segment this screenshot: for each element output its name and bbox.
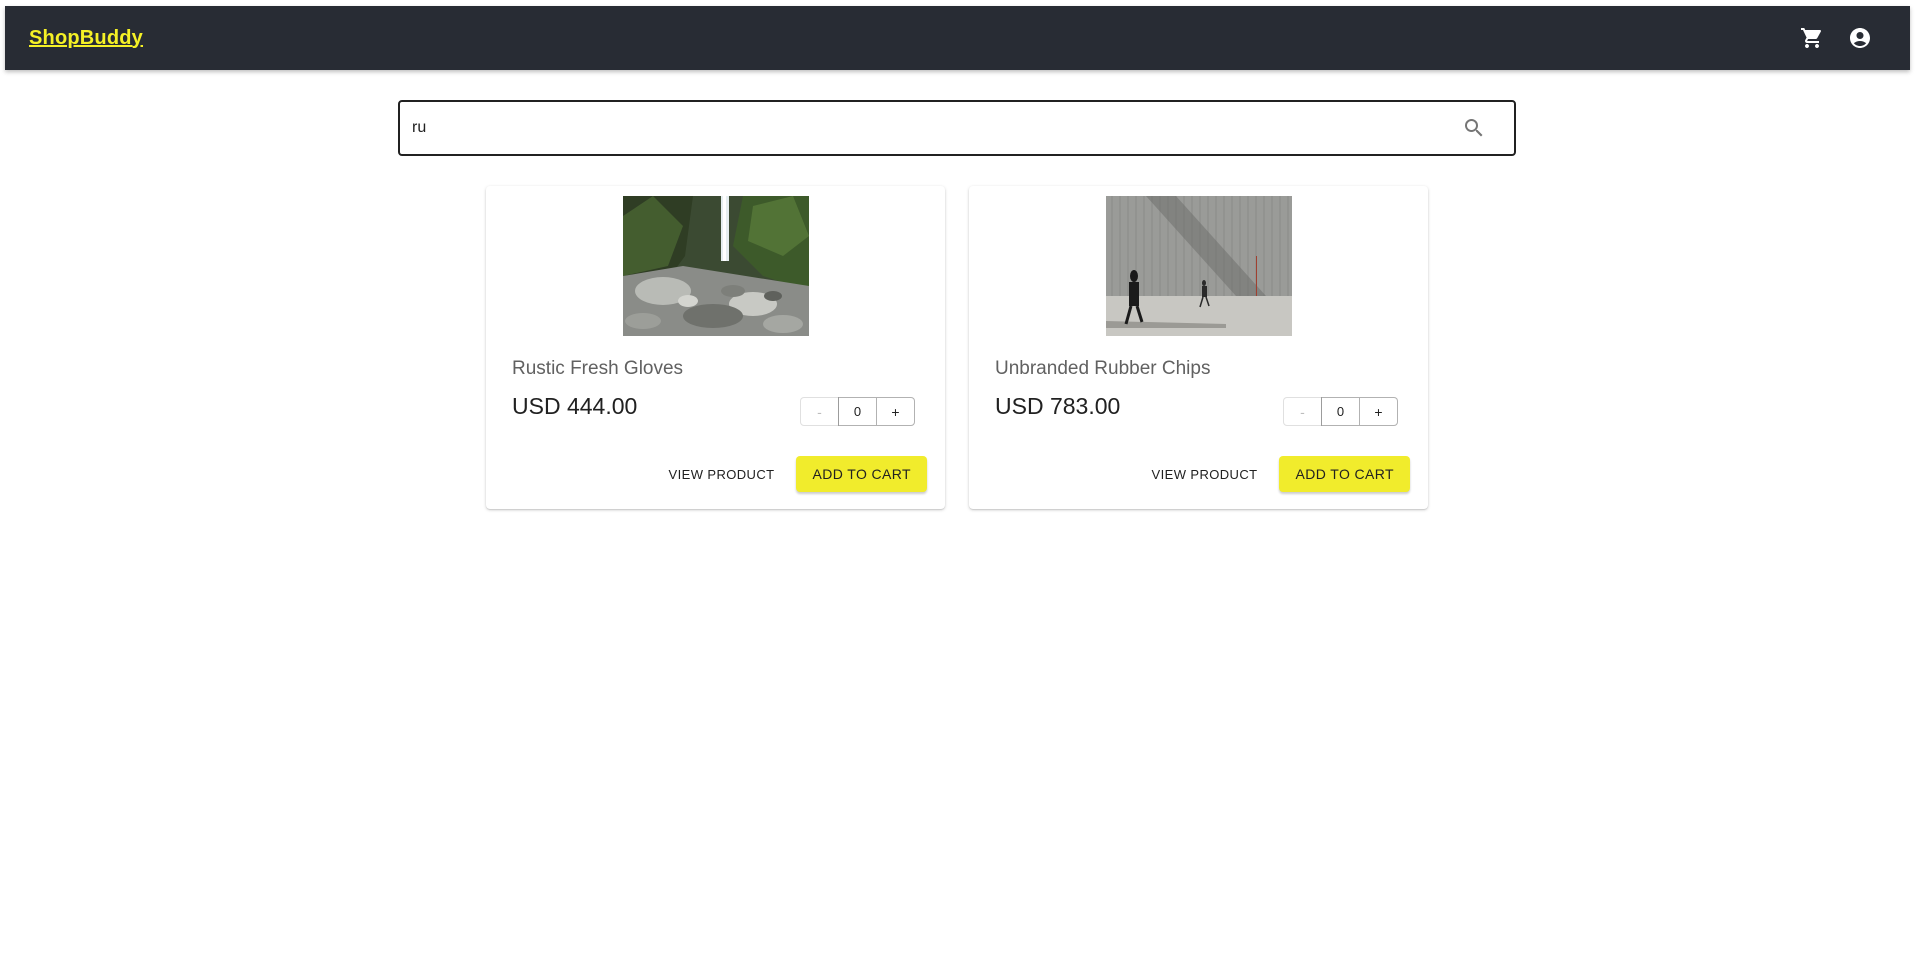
view-product-button[interactable]: VIEW PRODUCT [663,459,781,490]
brand-link[interactable]: ShopBuddy [29,27,143,50]
cart-icon[interactable] [1798,24,1826,52]
view-product-button[interactable]: VIEW PRODUCT [1146,459,1264,490]
card-actions: VIEW PRODUCT ADD TO CART [1146,456,1410,492]
search-box [398,100,1516,156]
quantity-value[interactable]: 0 [1321,397,1360,426]
page: ShopBuddy ru Rustic Fresh Gloves USD 444… [0,0,1915,968]
increment-button[interactable]: + [876,397,915,426]
quantity-stepper: - 0 + [1283,397,1398,426]
add-to-cart-button[interactable]: ADD TO CART [796,456,927,492]
decrement-button[interactable]: - [1283,397,1322,426]
product-name[interactable]: Rustic Fresh Gloves [512,358,683,380]
product-image-people-walking[interactable] [1106,196,1292,336]
card-actions: VIEW PRODUCT ADD TO CART [663,456,927,492]
decrement-button[interactable]: - [800,397,839,426]
product-grid: Rustic Fresh Gloves USD 444.00 - 0 + VIE… [486,186,1428,509]
product-image-waterfall[interactable] [623,196,809,336]
search-icon[interactable] [1462,116,1486,140]
product-price: USD 783.00 [995,393,1121,419]
product-card: Unbranded Rubber Chips USD 783.00 - 0 + … [969,186,1428,509]
quantity-stepper: - 0 + [800,397,915,426]
product-price: USD 444.00 [512,393,638,419]
quantity-value[interactable]: 0 [838,397,877,426]
increment-button[interactable]: + [1359,397,1398,426]
account-circle-icon[interactable] [1846,24,1874,52]
product-card: Rustic Fresh Gloves USD 444.00 - 0 + VIE… [486,186,945,509]
product-name[interactable]: Unbranded Rubber Chips [995,358,1210,380]
search-input[interactable] [412,102,1462,154]
add-to-cart-button[interactable]: ADD TO CART [1279,456,1410,492]
appbar-actions [1798,24,1874,52]
app-bar: ShopBuddy [5,6,1910,70]
